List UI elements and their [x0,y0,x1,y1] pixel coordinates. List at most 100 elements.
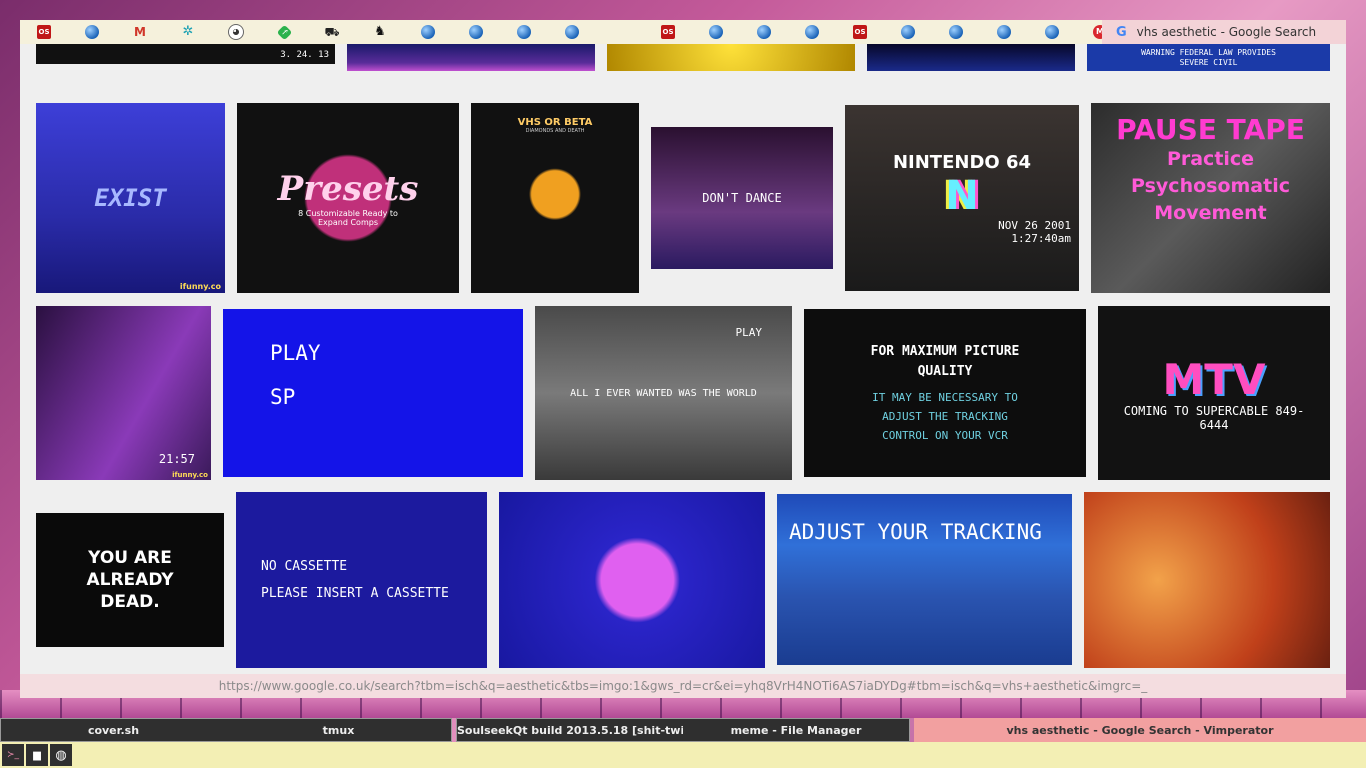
browser-tab[interactable] [788,20,836,44]
browser-tab[interactable]: OS [836,20,884,44]
os-icon: OS [853,25,867,39]
image-result[interactable]: NINTENDO 64 N NOV 26 2001 1:27:40am [845,105,1079,291]
image-result[interactable]: YOU ARE ALREADY DEAD. [36,513,224,647]
taskbar-item-vimperator[interactable]: vhs aesthetic - Google Search - Vimperat… [914,724,1366,737]
image-result[interactable]: ADJUST YOUR TRACKING [777,494,1072,665]
browser-tab[interactable]: ♞ [356,20,404,44]
image-result[interactable]: PLAY ALL I EVER WANTED WAS THE WORLD [535,306,792,480]
taskbar-item-soulseek[interactable]: SoulseekQt build 2013.5.18 [shit-twins] [457,724,683,737]
browser-tab[interactable]: OS [20,20,68,44]
os-icon: OS [37,25,51,39]
taskbar-item-tmux[interactable]: tmux [226,724,451,737]
browser-tab[interactable] [692,20,740,44]
browser-tab[interactable] [404,20,452,44]
globe-icon [997,25,1011,39]
image-watermark: ifunny.co [179,282,221,291]
browser-tab[interactable]: OS [644,20,692,44]
taskbar: cover.sh tmux SoulseekQt build 2013.5.18… [0,718,1366,742]
globe-icon [421,25,435,39]
image-result[interactable] [607,44,855,71]
image-subcaption: IT MAY BE NECESSARY TO ADJUST THE TRACKI… [872,390,1018,442]
globe-icon [565,25,579,39]
image-subcaption: NOV 26 2001 1:27:40am [998,218,1071,245]
browser-tab[interactable] [500,20,548,44]
image-caption: ADJUST YOUR TRACKING [789,520,1042,544]
image-result[interactable]: VHS OR BETA DIAMONDS AND DEATH [471,103,639,293]
image-result[interactable]: 3. 24. 13 [36,44,335,64]
folder-glyph: ▆ [33,749,41,761]
taskbar-group-3: vhs aesthetic - Google Search - Vimperat… [914,718,1366,742]
image-result[interactable] [867,44,1075,71]
image-result[interactable]: Presets 8 Customizable Ready to Expand C… [237,103,459,293]
image-results-grid: 3. 24. 13 WARNING FEDERAL LAW PROVIDES S… [20,44,1346,698]
globe-icon[interactable]: ◍ [50,744,72,766]
globe-icon [85,25,99,39]
terminal-icon[interactable]: ≻_ [2,744,24,766]
browser-tab[interactable]: ✲ [164,20,212,44]
image-result[interactable]: PLAY SP [223,309,523,477]
image-caption: YOU ARE ALREADY DEAD. [86,548,174,612]
globe-icon [469,25,483,39]
image-subcaption: 8 Customizable Ready to Expand Comps [298,209,398,227]
globe-icon [1045,25,1059,39]
image-subcaption: PLEASE INSERT A CASSETTE [261,586,449,601]
image-caption: VHS OR BETA [517,117,593,128]
browser-tab[interactable] [596,20,644,44]
globe-glyph: ◍ [55,747,67,763]
globe-icon [805,25,819,39]
image-caption: PLAY [270,341,321,365]
image-result[interactable]: FOR MAXIMUM PICTURE QUALITY IT MAY BE NE… [804,309,1086,477]
image-result[interactable] [1084,492,1330,668]
browser-tab[interactable]: ⛟ [308,20,356,44]
browser-tab[interactable] [452,20,500,44]
browser-tab[interactable] [548,20,596,44]
image-result[interactable]: WARNING FEDERAL LAW PROVIDES SEVERE CIVI… [1087,44,1330,71]
image-result[interactable]: PAUSE TAPE Practice Psychosomatic Moveme… [1091,103,1330,293]
taskbar-item-cover-sh[interactable]: cover.sh [1,724,226,737]
image-caption: DON'T DANCE [702,191,782,205]
image-result[interactable]: EXIST ifunny.co [36,103,225,293]
browser-tab[interactable] [932,20,980,44]
image-subcaption: ALL I EVER WANTED WAS THE WORLD [570,387,757,399]
image-caption: FOR MAXIMUM PICTURE QUALITY [870,343,1020,379]
image-subcaption: Practice Psychosomatic Movement [1131,148,1290,224]
image-result[interactable]: DON'T DANCE [651,127,833,269]
browser-tab[interactable]: M [116,20,164,44]
browser-tab[interactable]: f [260,20,308,44]
globe-icon [901,25,915,39]
image-caption: 3. 24. 13 [280,50,329,60]
image-result[interactable] [347,44,595,71]
taskbar-item-file-manager[interactable]: meme - File Manager [683,724,909,737]
image-subcaption: COMING TO SUPERCABLE 849-6444 [1123,403,1305,432]
reddit-icon: ◕ [228,24,244,40]
active-tab-title: vhs aesthetic - Google Search [1136,25,1317,39]
google-icon: G [1116,24,1127,40]
image-subcaption: SP [270,385,296,409]
terminal-glyph: ≻_ [6,750,20,760]
car-icon: ⛟ [324,25,340,39]
image-caption: WARNING FEDERAL LAW PROVIDES SEVERE CIVI… [1141,47,1276,67]
image-result[interactable]: MTV COMING TO SUPERCABLE 849-6444 [1098,306,1330,480]
image-caption: PLAY [735,326,763,339]
image-caption: 21:57 [158,452,195,466]
image-result[interactable] [499,492,765,668]
image-result[interactable]: 21:57 ifunny.co [36,306,211,480]
cat-icon: ♞ [374,24,386,39]
dropbox-icon: ✲ [182,24,194,39]
browser-tab[interactable]: ◕ [212,20,260,44]
globe-icon [517,25,531,39]
image-result[interactable]: NO CASSETTE PLEASE INSERT A CASSETTE [236,492,487,668]
browser-tab[interactable] [884,20,932,44]
blank [613,25,627,39]
browser-tab[interactable] [1028,20,1076,44]
globe-icon [709,25,723,39]
image-caption: Presets [277,169,419,209]
browser-tab[interactable] [740,20,788,44]
feedly-icon: f [276,24,292,40]
folder-icon[interactable]: ▆ [26,744,48,766]
status-bar-url: https://www.google.co.uk/search?tbm=isch… [20,674,1346,698]
image-caption: NINTENDO 64 [892,151,1032,173]
active-tab[interactable]: G vhs aesthetic - Google Search [1102,20,1346,44]
browser-tab[interactable] [980,20,1028,44]
browser-tab[interactable] [68,20,116,44]
